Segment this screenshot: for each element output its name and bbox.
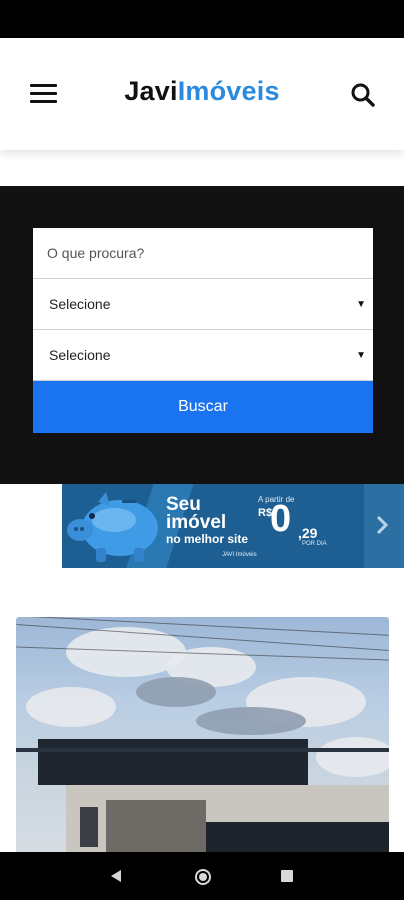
cloud xyxy=(26,687,116,727)
house-window xyxy=(80,807,98,847)
house-stone-wall xyxy=(106,800,206,857)
promo-banner[interactable]: Seu imóvel no melhor site A partir de R$… xyxy=(62,484,404,568)
banner-price-main: 0 xyxy=(270,498,292,540)
logo-part-1: Javi xyxy=(124,76,178,106)
banner-headline-1: Seu xyxy=(166,494,201,515)
banner-next-button[interactable] xyxy=(364,484,404,568)
location-select[interactable]: Selecione ▼ xyxy=(33,330,373,381)
app-header: JaviImóveis xyxy=(0,38,404,150)
cloud xyxy=(136,677,216,707)
search-section: Selecione ▼ Selecione ▼ Buscar xyxy=(0,186,404,484)
triangle-back-icon[interactable] xyxy=(109,869,123,883)
search-button[interactable] xyxy=(350,82,378,110)
status-bar xyxy=(0,0,404,38)
banner-headline-2: imóvel xyxy=(166,512,227,533)
logo-part-2: Imóveis xyxy=(177,76,280,106)
search-input[interactable] xyxy=(33,228,373,278)
spacer xyxy=(0,150,404,186)
caret-down-icon: ▼ xyxy=(356,350,366,361)
caret-down-icon: ▼ xyxy=(356,299,366,310)
query-field xyxy=(33,228,373,279)
house-roof xyxy=(38,739,308,785)
site-logo[interactable]: JaviImóveis xyxy=(0,76,404,107)
house-roof-edge xyxy=(16,748,389,752)
system-nav-bar xyxy=(0,852,404,900)
cloud xyxy=(196,707,306,735)
cloud xyxy=(316,737,389,777)
power-line xyxy=(16,617,389,636)
circle-home-icon[interactable] xyxy=(194,868,212,886)
banner-per-day: POR DIA xyxy=(302,541,327,547)
search-form: Selecione ▼ Selecione ▼ Buscar xyxy=(33,228,373,433)
chevron-right-icon xyxy=(376,515,389,535)
property-photo[interactable] xyxy=(16,617,389,857)
type-select[interactable]: Selecione ▼ xyxy=(33,279,373,330)
piggy-bank-icon xyxy=(67,492,158,562)
type-select-value: Selecione xyxy=(49,296,111,312)
banner-brand: JAVI Imóveis xyxy=(222,552,257,558)
search-icon xyxy=(351,83,375,107)
square-recent-icon[interactable] xyxy=(281,870,293,882)
location-select-value: Selecione xyxy=(49,347,111,363)
banner-price-cents: ,29 xyxy=(298,525,318,541)
banner-headline-3: no melhor site xyxy=(166,532,249,546)
search-submit-button[interactable]: Buscar xyxy=(33,381,373,433)
